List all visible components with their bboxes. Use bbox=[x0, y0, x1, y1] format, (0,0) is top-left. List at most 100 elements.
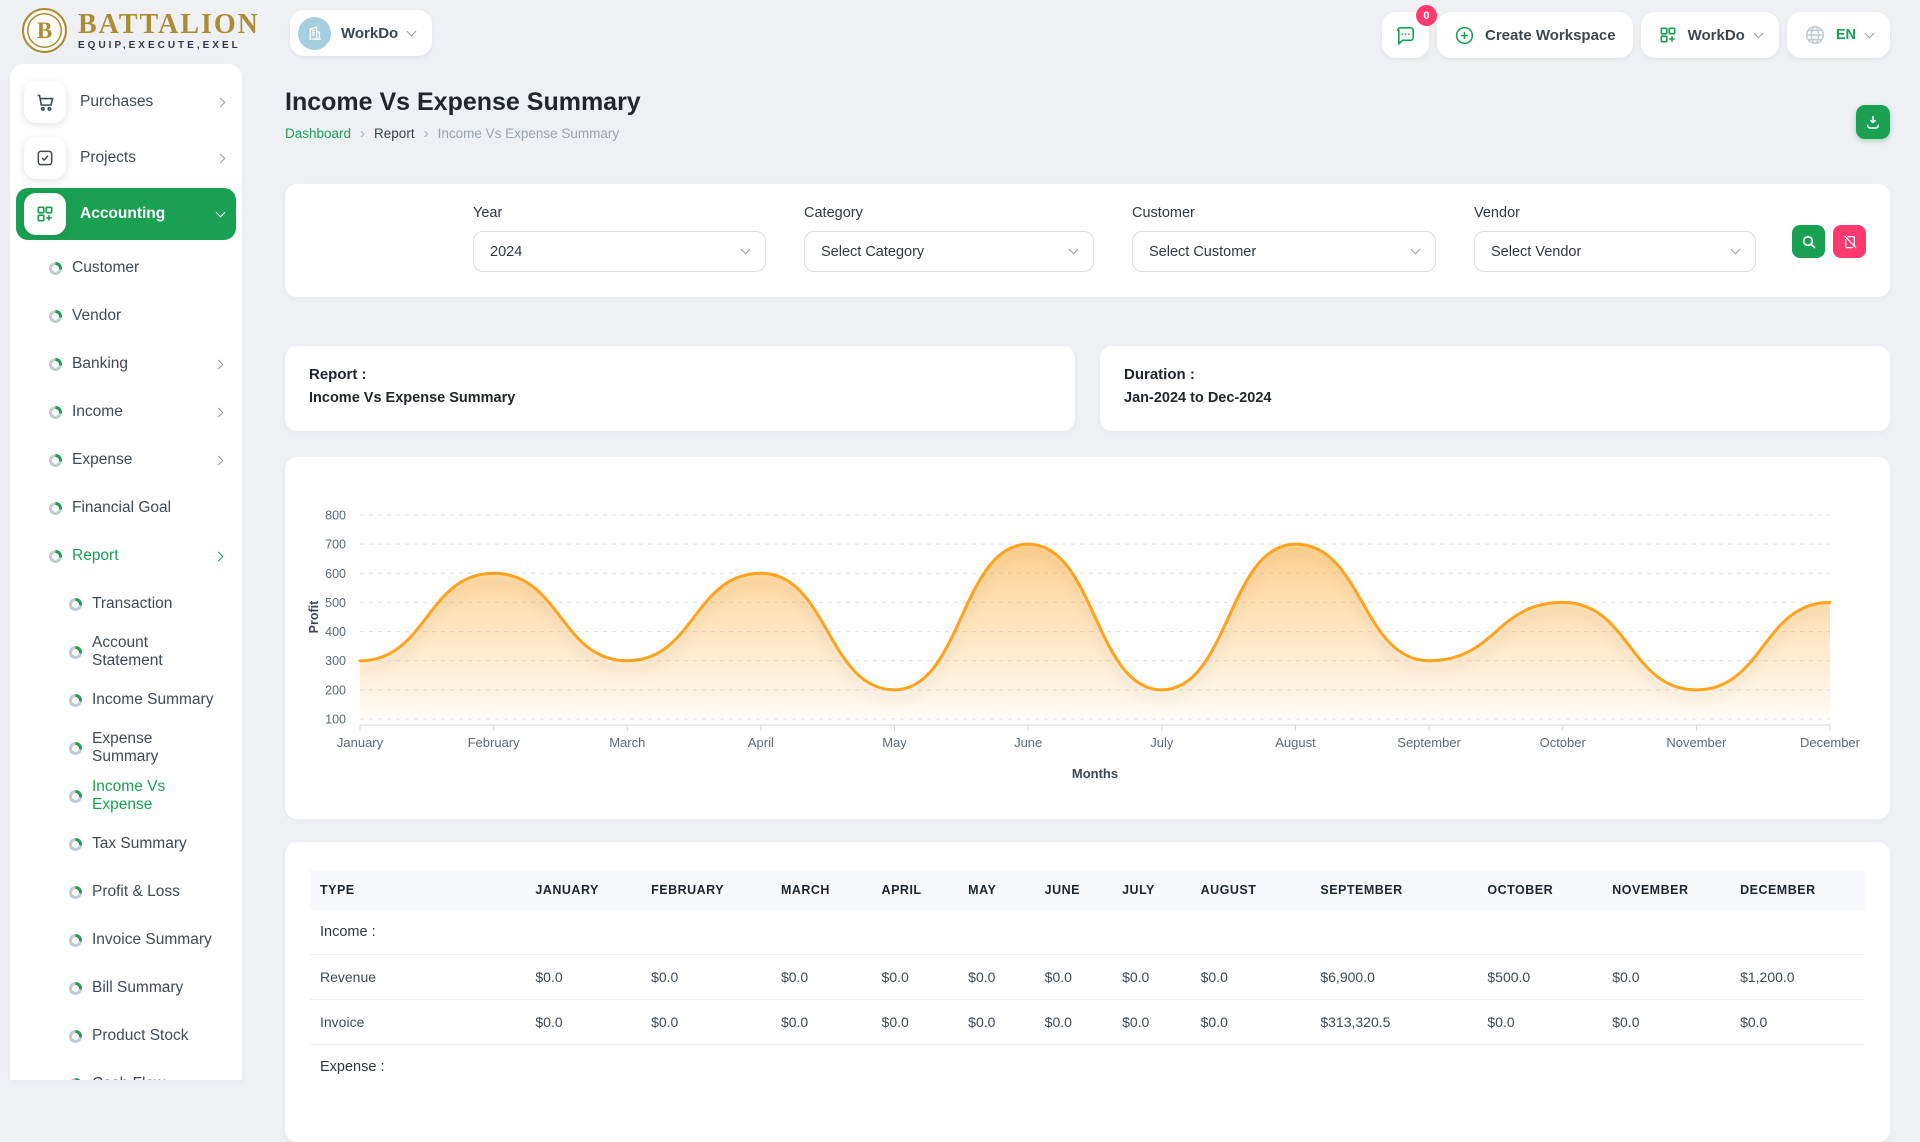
category-label: Category bbox=[804, 205, 1094, 221]
sidebar-item-label: Financial Goal bbox=[72, 499, 222, 517]
report-summary-card: Report : Income Vs Expense Summary bbox=[285, 346, 1075, 431]
table-cell: $0.0 bbox=[525, 955, 641, 1000]
clear-filter-icon bbox=[1842, 234, 1858, 250]
sidebar-item-label: Account Statement bbox=[92, 634, 222, 670]
svg-text:400: 400 bbox=[325, 625, 346, 639]
breadcrumb: Dashboard › Report › Income Vs Expense S… bbox=[285, 126, 1890, 141]
chevron-right-icon bbox=[214, 551, 224, 561]
workspace-avatar bbox=[298, 17, 331, 50]
brand-logo[interactable]: B BATTALION EQUIP,EXECUTE,EXEL bbox=[22, 8, 260, 53]
workspace-label: WorkDo bbox=[341, 25, 398, 42]
sidebar-item-expense-summary[interactable]: Expense Summary bbox=[16, 724, 236, 772]
sidebar-item-income-summary[interactable]: Income Summary bbox=[16, 676, 236, 724]
sidebar-item-income-vs-expense[interactable]: Income Vs Expense bbox=[16, 772, 236, 820]
table-header-cell: NOVEMBER bbox=[1602, 870, 1730, 910]
table-row-label: Revenue bbox=[310, 955, 525, 1000]
messages-button[interactable]: 0 bbox=[1382, 12, 1429, 58]
sidebar-item-tax-summary[interactable]: Tax Summary bbox=[16, 820, 236, 868]
filter-buttons bbox=[1792, 225, 1866, 258]
table-cell: $0.0 bbox=[872, 1000, 959, 1045]
customer-label: Customer bbox=[1132, 205, 1436, 221]
sidebar-item-accounting[interactable]: Accounting bbox=[16, 188, 236, 240]
sidebar-item-banking[interactable]: Banking bbox=[16, 340, 236, 388]
profit-chart: 100200300400500600700800JanuaryFebruaryM… bbox=[305, 475, 1870, 801]
table-header-row: TYPEJANUARYFEBRUARYMARCHAPRILMAYJUNEJULY… bbox=[310, 870, 1865, 910]
download-icon bbox=[1864, 113, 1882, 131]
category-select[interactable]: Select Category bbox=[804, 231, 1094, 272]
sidebar-item-label: Report bbox=[72, 547, 215, 565]
sidebar-item-vendor[interactable]: Vendor bbox=[16, 292, 236, 340]
svg-text:November: November bbox=[1666, 735, 1727, 750]
svg-text:February: February bbox=[468, 735, 521, 750]
chart-card: 100200300400500600700800JanuaryFebruaryM… bbox=[285, 457, 1890, 819]
building-icon bbox=[306, 25, 323, 42]
breadcrumb-dashboard[interactable]: Dashboard bbox=[285, 126, 351, 141]
sidebar-item-account-statement[interactable]: Account Statement bbox=[16, 628, 236, 676]
sidebar-item-expense[interactable]: Expense bbox=[16, 436, 236, 484]
sidebar-item-report[interactable]: Report bbox=[16, 532, 236, 580]
sidebar-item-financial-goal[interactable]: Financial Goal bbox=[16, 484, 236, 532]
workdo-menu-button[interactable]: WorkDo bbox=[1641, 12, 1779, 58]
sidebar-item-income[interactable]: Income bbox=[16, 388, 236, 436]
language-label: EN bbox=[1836, 27, 1856, 43]
svg-text:May: May bbox=[882, 735, 907, 750]
table-cell: $0.0 bbox=[1035, 955, 1112, 1000]
sidebar-item-customer[interactable]: Customer bbox=[16, 244, 236, 292]
summary-row: Report : Income Vs Expense Summary Durat… bbox=[285, 346, 1890, 431]
breadcrumb-report[interactable]: Report bbox=[374, 126, 415, 141]
table-section-label: Expense : bbox=[310, 1045, 1865, 1090]
chevron-right-icon bbox=[216, 153, 226, 163]
vendor-select[interactable]: Select Vendor bbox=[1474, 231, 1756, 272]
download-button[interactable] bbox=[1856, 105, 1890, 139]
income-expense-table-card: TYPEJANUARYFEBRUARYMARCHAPRILMAYJUNEJULY… bbox=[285, 842, 1890, 1142]
sidebar-item-label: Income Summary bbox=[92, 691, 222, 709]
svg-text:500: 500 bbox=[325, 596, 346, 610]
bullet-icon bbox=[49, 502, 62, 515]
chevron-down-icon bbox=[1753, 28, 1763, 38]
svg-text:100: 100 bbox=[325, 713, 346, 727]
language-selector[interactable]: EN bbox=[1787, 12, 1890, 58]
bullet-icon bbox=[69, 742, 82, 755]
svg-text:October: October bbox=[1540, 735, 1587, 750]
sidebar-item-cash-flow[interactable]: Cash Flow bbox=[16, 1060, 236, 1080]
sidebar-item-transaction[interactable]: Transaction bbox=[16, 580, 236, 628]
table-header-cell: JULY bbox=[1112, 870, 1191, 910]
apply-filter-button[interactable] bbox=[1792, 225, 1825, 258]
vendor-label: Vendor bbox=[1474, 205, 1756, 221]
table-cell: $0.0 bbox=[1730, 1000, 1865, 1045]
chevron-right-icon bbox=[214, 455, 224, 465]
reset-filter-button[interactable] bbox=[1833, 225, 1866, 258]
svg-text:September: September bbox=[1397, 735, 1461, 750]
sidebar-item-projects[interactable]: Projects bbox=[16, 132, 236, 184]
sidebar-item-purchases[interactable]: Purchases bbox=[16, 76, 236, 128]
table-cell: $0.0 bbox=[958, 1000, 1035, 1045]
workspace-switcher[interactable]: WorkDo bbox=[290, 10, 432, 56]
sidebar-item-bill-summary[interactable]: Bill Summary bbox=[16, 964, 236, 1012]
table-cell: $1,200.0 bbox=[1730, 955, 1865, 1000]
sidebar-item-invoice-summary[interactable]: Invoice Summary bbox=[16, 916, 236, 964]
chevron-down-icon bbox=[741, 245, 751, 255]
table-cell: $0.0 bbox=[641, 955, 771, 1000]
svg-text:700: 700 bbox=[325, 538, 346, 552]
brand-name: BATTALION bbox=[78, 11, 260, 39]
chevron-down-icon bbox=[407, 26, 417, 36]
table-cell: $500.0 bbox=[1477, 955, 1602, 1000]
table-cell: $0.0 bbox=[1602, 955, 1730, 1000]
bullet-icon bbox=[69, 598, 82, 611]
table-cell: $0.0 bbox=[1191, 1000, 1311, 1045]
sidebar-item-profit-loss[interactable]: Profit & Loss bbox=[16, 868, 236, 916]
svg-text:800: 800 bbox=[325, 509, 346, 523]
report-label: Report : bbox=[309, 366, 1051, 383]
sidebar-item-label: Invoice Summary bbox=[92, 931, 222, 949]
sidebar-item-product-stock[interactable]: Product Stock bbox=[16, 1012, 236, 1060]
table-header-cell: AUGUST bbox=[1191, 870, 1311, 910]
year-select[interactable]: 2024 bbox=[473, 231, 766, 272]
chevron-right-icon bbox=[214, 359, 224, 369]
breadcrumb-separator-icon: › bbox=[424, 127, 429, 140]
bullet-icon bbox=[69, 1030, 82, 1043]
sidebar-item-label: Cash Flow bbox=[92, 1075, 222, 1080]
grid-plus-icon bbox=[1658, 25, 1678, 45]
create-workspace-button[interactable]: Create Workspace bbox=[1437, 12, 1633, 58]
table-cell: $0.0 bbox=[641, 1000, 771, 1045]
customer-select[interactable]: Select Customer bbox=[1132, 231, 1436, 272]
